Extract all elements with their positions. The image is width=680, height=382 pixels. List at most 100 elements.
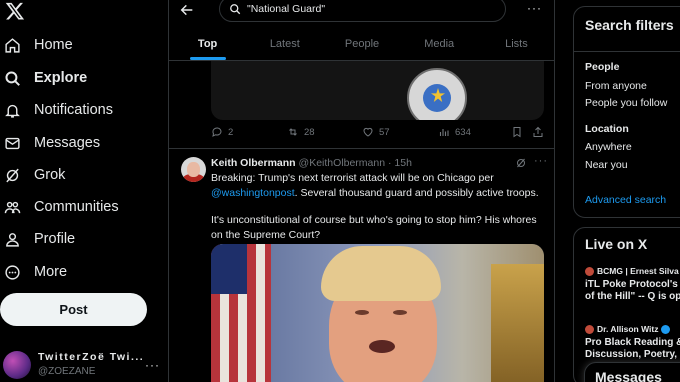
- bookmark-icon[interactable]: [511, 126, 523, 138]
- nav-communities-label: Communities: [34, 199, 119, 215]
- live-host: Dr. Allison Witz: [597, 324, 659, 334]
- search-input[interactable]: [247, 3, 487, 15]
- live-host: BCMG | Ernest Silva: [597, 266, 679, 276]
- location-filter-label: Location: [585, 123, 629, 135]
- host-avatar: [585, 324, 594, 334]
- repost-button[interactable]: 28: [287, 126, 315, 138]
- filter-near-you[interactable]: Near you: [585, 159, 628, 171]
- envelope-icon: [5, 137, 20, 149]
- views-button[interactable]: 634: [438, 126, 471, 138]
- avatar: [3, 351, 31, 379]
- right-sidebar: Search filters People From anyone People…: [555, 0, 680, 382]
- nav-more[interactable]: More: [4, 258, 154, 286]
- nav-communities[interactable]: Communities: [4, 193, 154, 221]
- search-icon: [230, 4, 241, 15]
- nav-explore[interactable]: Explore: [4, 64, 154, 92]
- reply-button[interactable]: 2: [211, 126, 233, 138]
- filter-from-anyone[interactable]: From anyone: [585, 80, 647, 92]
- search-header: ··· Top Latest People Media Lists: [169, 0, 554, 61]
- previous-tweet-actions: 2 28 57 634: [211, 126, 547, 142]
- mention-link[interactable]: @washingtonpost: [211, 187, 295, 199]
- back-arrow-icon[interactable]: [179, 2, 195, 18]
- filter-anywhere[interactable]: Anywhere: [585, 141, 632, 153]
- people-icon: [4, 201, 21, 213]
- tweet-text-part-1: Breaking: Trump's next terrorist attack …: [211, 172, 494, 184]
- tweet-author-avatar[interactable]: [181, 157, 206, 182]
- tab-lists[interactable]: Lists: [478, 30, 554, 60]
- nav-notifications[interactable]: Notifications: [4, 96, 154, 124]
- search-box[interactable]: [219, 0, 506, 22]
- tab-latest[interactable]: Latest: [246, 30, 323, 60]
- live-title: Live on X: [585, 236, 648, 252]
- emblem-image: [407, 68, 467, 120]
- live-item[interactable]: BCMG | Ernest Silva iTL Poke Protocol's …: [585, 266, 680, 303]
- filter-people-you-follow[interactable]: People you follow: [585, 97, 667, 109]
- like-button[interactable]: 57: [362, 126, 390, 138]
- post-button[interactable]: Post: [0, 293, 147, 326]
- tab-people[interactable]: People: [323, 30, 400, 60]
- nav-messages-label: Messages: [34, 135, 101, 151]
- share-icon[interactable]: [532, 126, 544, 138]
- reply-count: 2: [228, 126, 234, 138]
- tweet-text: Breaking: Trump's next terrorist attack …: [211, 171, 547, 255]
- x-logo-icon[interactable]: [5, 1, 25, 21]
- tweet-text-paragraph-2: It's unconstitutional of course but who'…: [211, 214, 537, 241]
- tweet-header: Keith Olbermann @KeithOlbermann · 15h: [211, 157, 412, 169]
- person-icon: [6, 232, 19, 247]
- account-more-icon[interactable]: ···: [145, 358, 160, 372]
- tweet-photo[interactable]: [211, 244, 544, 382]
- nav-more-label: More: [34, 264, 68, 280]
- bell-icon: [5, 104, 20, 118]
- repost-icon: [289, 128, 297, 136]
- views-count: 634: [455, 126, 471, 138]
- nav-messages[interactable]: Messages: [4, 129, 154, 157]
- account-handle: @ZOEZANE: [38, 366, 96, 377]
- messages-drawer-title: Messages: [595, 369, 662, 382]
- grok-explain-icon[interactable]: [515, 157, 527, 169]
- tweet-author-handle[interactable]: @KeithOlbermann: [299, 157, 386, 169]
- nav-explore-label: Explore: [34, 70, 88, 86]
- tweet-text-part-2: . Several thousand guard and possibly ac…: [294, 186, 539, 199]
- main-column: ··· Top Latest People Media Lists 2 28 5…: [168, 0, 555, 382]
- account-switcher[interactable]: TwitterZoë Twi... @ZOEZANE ···: [3, 350, 163, 380]
- advanced-search-link[interactable]: Advanced search: [585, 194, 666, 206]
- account-name: TwitterZoë Twi...: [38, 351, 145, 363]
- host-avatar: [585, 266, 594, 276]
- nav-profile[interactable]: Profile: [4, 225, 154, 253]
- nav-home-label: Home: [34, 37, 73, 53]
- nav-grok-label: Grok: [34, 167, 66, 183]
- more-circle-icon: [5, 264, 20, 280]
- live-on-x-panel: Live on X BCMG | Ernest Silva iTL Poke P…: [573, 227, 680, 382]
- search-filters-panel: Search filters People From anyone People…: [573, 6, 680, 218]
- grok-icon: [6, 168, 19, 182]
- tab-media[interactable]: Media: [401, 30, 478, 60]
- search-tabs: Top Latest People Media Lists: [169, 30, 554, 60]
- home-icon: [5, 37, 20, 53]
- nav-home[interactable]: Home: [4, 31, 154, 59]
- more-options-icon[interactable]: ···: [527, 1, 542, 15]
- search-icon: [5, 70, 20, 86]
- live-item[interactable]: Dr. Allison Witz Pro Black Reading & Dis…: [585, 324, 680, 361]
- live-title-line-1: Pro Black Reading &: [585, 337, 680, 348]
- left-sidebar: Home Explore Notifications Messages Grok…: [0, 0, 168, 382]
- tweet-author-name[interactable]: Keith Olbermann: [211, 157, 296, 169]
- previous-tweet-media[interactable]: [211, 60, 544, 120]
- messages-drawer[interactable]: Messages: [584, 362, 680, 382]
- live-title-line-1: iTL Poke Protocol's F: [585, 279, 680, 290]
- views-chart-icon: [439, 129, 449, 136]
- nav-grok[interactable]: Grok: [4, 161, 154, 189]
- search-filters-title: Search filters: [585, 17, 674, 33]
- tweet-separator: ·: [388, 157, 392, 169]
- people-filter-label: People: [585, 61, 620, 73]
- tweet[interactable]: Keith Olbermann @KeithOlbermann · 15h ··…: [169, 149, 554, 382]
- verified-badge-icon: [661, 324, 671, 334]
- nav-profile-label: Profile: [34, 231, 76, 247]
- tweet-more-icon[interactable]: ···: [534, 155, 548, 167]
- reply-icon: [212, 127, 222, 137]
- tweet-time[interactable]: 15h: [394, 157, 412, 169]
- filters-divider: [574, 51, 680, 52]
- live-title-line-2: of the Hill" -- Q is ope: [585, 291, 680, 302]
- tab-top[interactable]: Top: [169, 30, 246, 60]
- live-title-line-2: Discussion, Poetry, Pr: [585, 349, 680, 360]
- repost-count: 28: [304, 126, 315, 138]
